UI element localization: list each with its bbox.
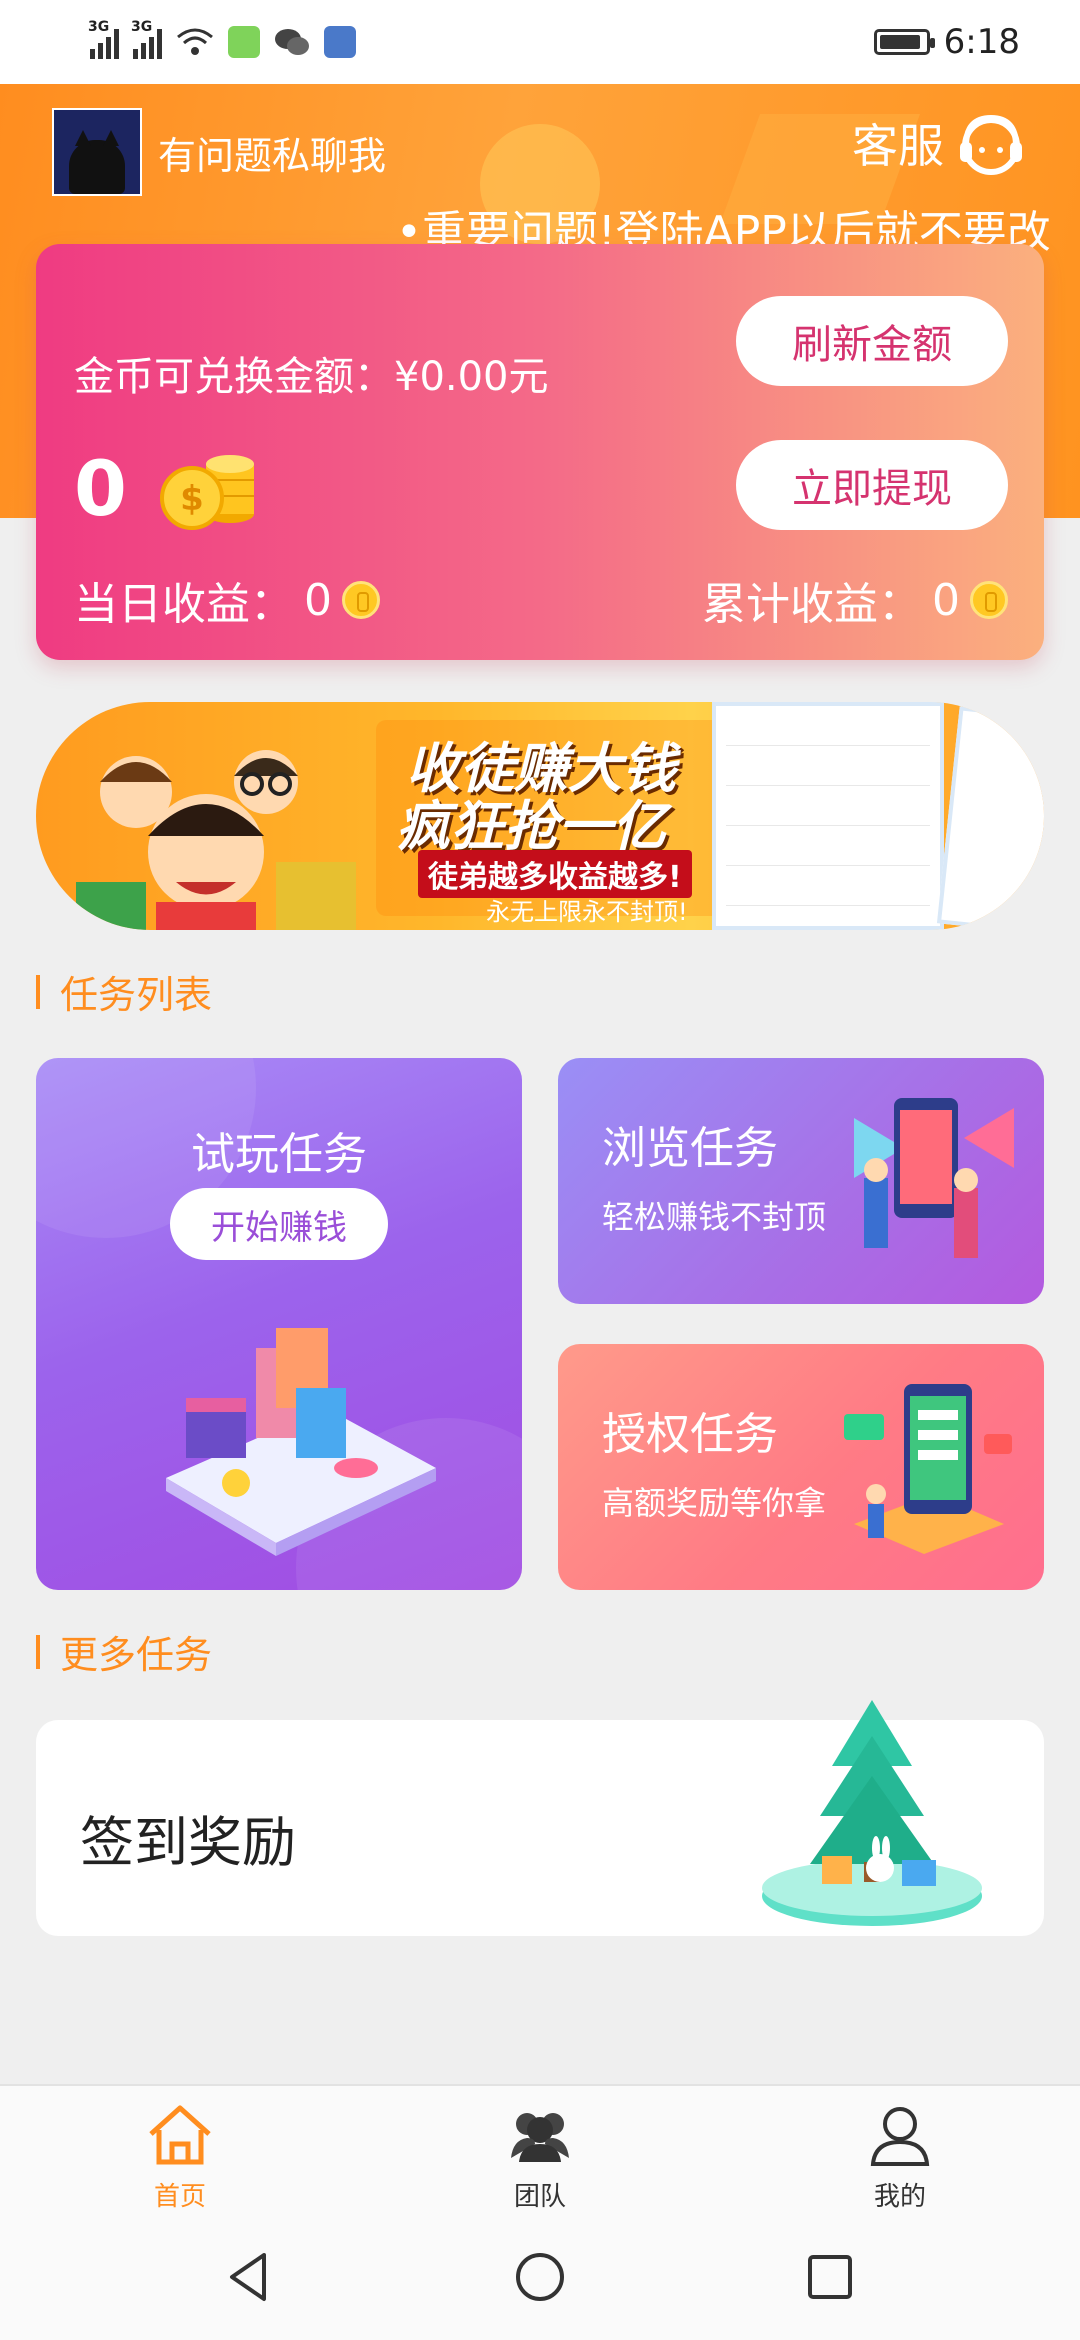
shopping-phone-illustration (166, 1328, 436, 1556)
status-bar: 3G 3G 6:18 (0, 0, 1080, 84)
tab-home-label: 首页 (153, 2182, 206, 2212)
coin-stack-icon: $ (160, 455, 254, 530)
back-icon[interactable] (220, 2247, 280, 2307)
app-notification-icon-2 (324, 26, 356, 58)
home-nav-icon[interactable] (510, 2247, 570, 2307)
total-earnings-label: 累计收益： (702, 579, 922, 630)
wifi-icon (177, 28, 213, 55)
tab-team-label: 团队 (513, 2182, 566, 2212)
banner-phone-screenshot-2 (936, 706, 1044, 930)
coin-icon (970, 581, 1008, 619)
exchange-amount-label: 金币可兑换金额：¥0.00元 (74, 354, 549, 400)
task-list-title: 任务列表 (60, 973, 213, 1017)
more-tasks-heading: 更多任务 (36, 1624, 212, 1679)
today-earnings: 当日收益： 0 (74, 568, 380, 632)
recruit-banner[interactable]: 收徒赚大钱 疯狂抢一亿 徒弟越多收益越多! 永无上限永不封顶! (36, 702, 1044, 930)
today-earnings-value: 0 (304, 574, 332, 626)
browse-task-title: 浏览任务 (602, 1123, 778, 1174)
today-earnings-label: 当日收益： (74, 579, 294, 630)
signin-reward-title: 签到奖励 (80, 1811, 296, 1874)
task-list-heading: 任务列表 (36, 964, 212, 1019)
banner-subtitle-line2: 永无上限永不封顶! (486, 898, 688, 926)
network-type-label-2: 3G (131, 19, 153, 35)
browse-task-card[interactable]: 浏览任务 轻松赚钱不封顶 (558, 1058, 1044, 1304)
customer-service-label: 客服 (852, 119, 944, 173)
system-navigation-bar (0, 2214, 1080, 2340)
app-notification-icon (228, 26, 260, 58)
signin-reward-card[interactable]: 签到奖励 (36, 1700, 1044, 1936)
recents-icon[interactable] (800, 2247, 860, 2307)
profile-icon (870, 2107, 930, 2166)
browse-task-subtitle: 轻松赚钱不封顶 (602, 1198, 827, 1236)
wallet-card: 金币可兑换金额：¥0.00元 0 $ 刷新金额 立即提现 当日收益： 0 累计收… (36, 244, 1044, 660)
customer-service-button[interactable]: 客服 (852, 106, 1028, 180)
rewards-phone-illustration (844, 1384, 1012, 1554)
christmas-tree-illustration (762, 1700, 982, 1926)
authorization-task-card[interactable]: 授权任务 高额奖励等你拿 (558, 1344, 1044, 1590)
svg-text:$: $ (180, 479, 204, 519)
total-earnings-value: 0 (932, 574, 960, 626)
auth-task-subtitle: 高额奖励等你拿 (602, 1484, 827, 1522)
battery-icon (873, 29, 935, 55)
banner-phone-screenshot (712, 702, 944, 930)
home-icon (149, 2105, 211, 2165)
start-earning-button[interactable]: 开始赚钱 (170, 1188, 388, 1260)
signal-icon: 3G (88, 19, 119, 59)
more-tasks-title: 更多任务 (60, 1633, 213, 1677)
status-time: 6:18 (943, 22, 1020, 62)
signal-icon-2: 3G (131, 19, 162, 59)
tab-mine-label: 我的 (873, 2182, 926, 2212)
total-earnings: 累计收益： 0 (702, 568, 1008, 632)
withdraw-button[interactable]: 立即提现 (736, 440, 1008, 530)
trial-task-card[interactable]: 试玩任务 开始赚钱 (36, 1058, 522, 1590)
tab-mine[interactable]: 我的 (720, 2086, 1080, 2214)
trial-task-title: 试玩任务 (191, 1129, 367, 1180)
headset-icon (960, 114, 1022, 175)
bottom-tab-bar: 首页 团队 我的 (0, 2084, 1080, 2214)
network-type-label: 3G (88, 19, 110, 35)
team-icon (511, 2113, 569, 2162)
wechat-icon (275, 29, 309, 55)
phone-people-illustration (854, 1098, 1014, 1258)
refresh-amount-button[interactable]: 刷新金额 (736, 296, 1008, 386)
coin-balance: 0 (74, 444, 127, 533)
tab-home[interactable]: 首页 (0, 2086, 360, 2214)
auth-task-title: 授权任务 (602, 1409, 778, 1460)
coin-icon (342, 581, 380, 619)
cartoon-crowd-illustration (76, 750, 356, 930)
user-profile-row[interactable]: 有问题私聊我 (52, 108, 386, 196)
user-name: 有问题私聊我 (158, 133, 387, 178)
tab-team[interactable]: 团队 (360, 2086, 720, 2214)
avatar[interactable] (52, 108, 142, 196)
banner-subtitle-line1: 徒弟越多收益越多! (418, 850, 692, 898)
